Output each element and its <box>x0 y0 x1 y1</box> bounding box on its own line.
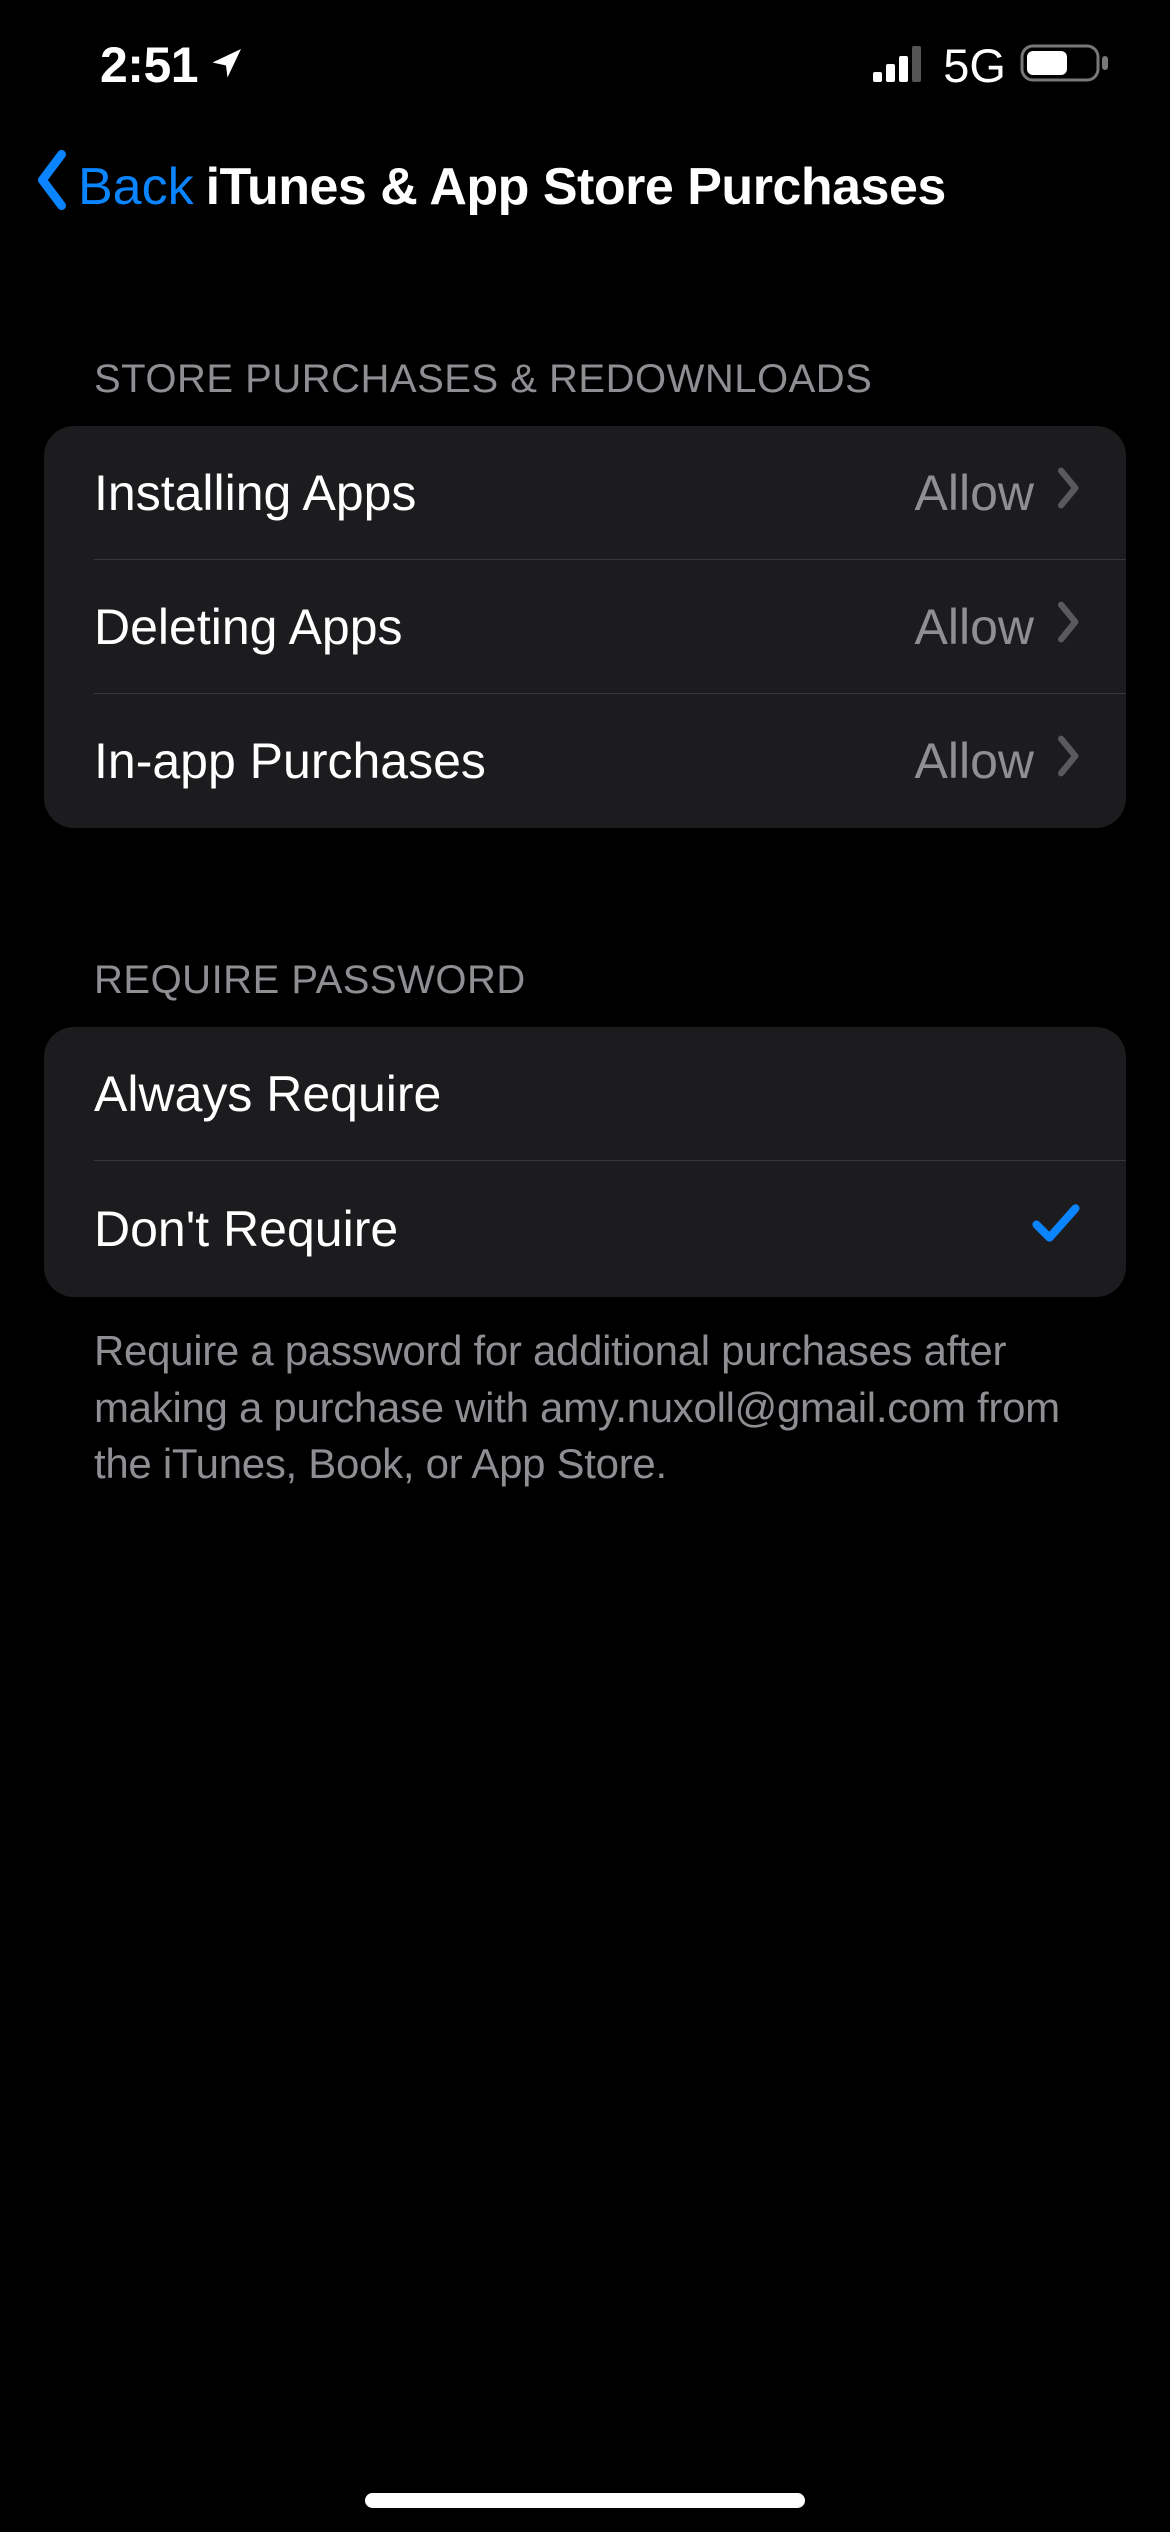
section-header-password: Require Password <box>44 958 1126 1027</box>
cell-label: Installing Apps <box>94 464 416 522</box>
cell-value: Allow <box>915 732 1034 790</box>
location-icon <box>208 36 244 94</box>
section-footer-password: Require a password for additional purcha… <box>44 1297 1126 1493</box>
status-bar: 2:51 5G <box>0 0 1170 130</box>
status-time: 2:51 <box>100 36 198 94</box>
content: Store Purchases & Redownloads Installing… <box>0 247 1170 1493</box>
back-button[interactable]: Back <box>30 148 194 225</box>
nav-header: Back iTunes & App Store Purchases <box>0 130 1170 247</box>
status-time-area: 2:51 <box>100 36 244 94</box>
cell-deleting-apps[interactable]: Deleting Apps Allow <box>44 560 1126 694</box>
cell-label: In-app Purchases <box>94 732 486 790</box>
chevron-right-icon <box>1056 598 1082 656</box>
cell-installing-apps[interactable]: Installing Apps Allow <box>44 426 1126 560</box>
chevron-left-icon <box>30 148 74 225</box>
cell-value: Allow <box>915 598 1034 656</box>
page-title: iTunes & App Store Purchases <box>206 157 946 217</box>
cell-dont-require[interactable]: Don't Require <box>44 1161 1126 1297</box>
cell-group-store: Installing Apps Allow Deleting Apps Allo… <box>44 426 1126 828</box>
cell-always-require[interactable]: Always Require <box>44 1027 1126 1161</box>
cell-label: Don't Require <box>94 1200 398 1258</box>
home-indicator[interactable] <box>365 2493 805 2508</box>
chevron-right-icon <box>1056 464 1082 522</box>
back-label: Back <box>78 157 194 217</box>
chevron-right-icon <box>1056 732 1082 790</box>
cell-right: Allow <box>915 598 1082 656</box>
network-type: 5G <box>943 38 1006 93</box>
cell-in-app-purchases[interactable]: In-app Purchases Allow <box>44 694 1126 828</box>
cell-label: Deleting Apps <box>94 598 403 656</box>
cell-right: Allow <box>915 732 1082 790</box>
checkmark-icon <box>1030 1199 1082 1259</box>
cell-label: Always Require <box>94 1065 441 1123</box>
cellular-icon <box>873 44 929 87</box>
battery-icon <box>1020 42 1110 89</box>
cell-right <box>1030 1199 1082 1259</box>
status-indicators: 5G <box>873 38 1110 93</box>
cell-right: Allow <box>915 464 1082 522</box>
cell-value: Allow <box>915 464 1034 522</box>
section-header-store: Store Purchases & Redownloads <box>44 357 1126 426</box>
cell-group-password: Always Require Don't Require <box>44 1027 1126 1297</box>
